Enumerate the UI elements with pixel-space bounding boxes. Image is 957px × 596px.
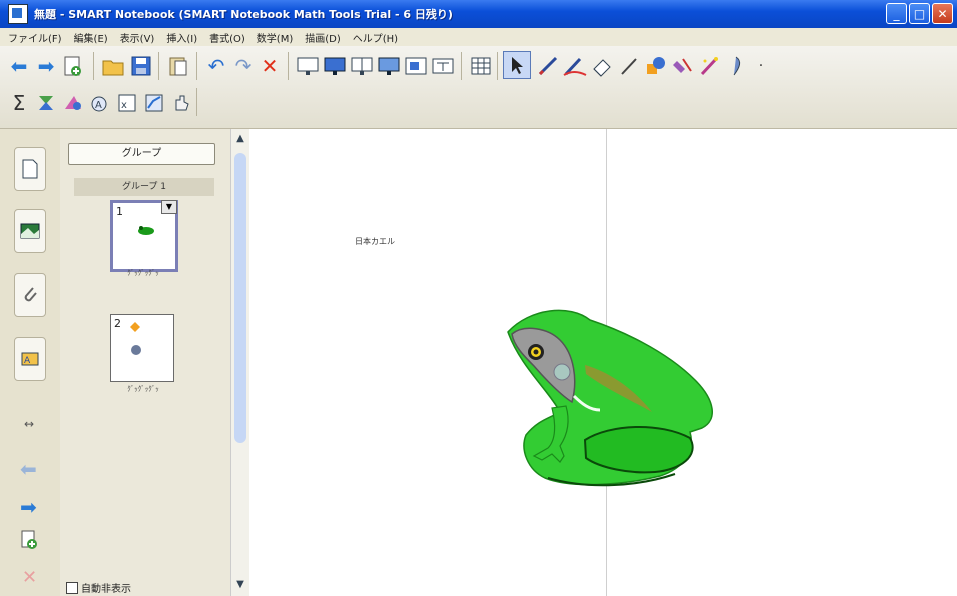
sidebar-back-arrow-icon[interactable]: ⬅	[20, 457, 37, 481]
circle-shape-icon	[131, 345, 141, 355]
notebook-app-icon	[8, 4, 28, 24]
menu-draw[interactable]: 描画(D)	[305, 30, 341, 45]
table-icon[interactable]	[468, 53, 494, 79]
screen-capture-icon[interactable]	[403, 53, 429, 79]
properties-tab-icon: A	[21, 352, 39, 366]
canvas-text[interactable]: 日本カエル	[355, 236, 395, 247]
fullscreen-icon[interactable]	[322, 53, 348, 79]
page-sorter-tab[interactable]	[14, 147, 46, 191]
back-arrow-icon[interactable]: ⬅	[6, 53, 32, 79]
capture-icon[interactable]	[376, 53, 402, 79]
page-menu-dropdown-icon[interactable]: ▼	[161, 200, 177, 214]
page-sorter-tab-icon	[22, 159, 38, 179]
open-folder-icon[interactable]	[100, 53, 126, 79]
magic-pen-icon[interactable]	[697, 53, 723, 79]
delete-icon[interactable]: ✕	[257, 53, 283, 79]
svg-text:A: A	[24, 356, 31, 366]
shape-tool-icon[interactable]	[60, 90, 86, 116]
creative-pen-icon[interactable]	[562, 53, 588, 79]
line-icon[interactable]	[616, 53, 642, 79]
window-title: 無題 - SMART Notebook (SMART Notebook Math…	[34, 8, 453, 21]
group-button[interactable]: グループ	[68, 143, 215, 165]
page-caption-2: ｸﾞｯｸﾞｯｸﾞｯ	[127, 385, 159, 393]
sidebar-add-page-icon[interactable]	[20, 529, 40, 555]
group-label[interactable]: グループ 1	[74, 178, 214, 196]
fill-icon[interactable]	[670, 53, 696, 79]
sigma-icon[interactable]: Σ	[6, 90, 32, 116]
expand-icon[interactable]: ↔	[24, 417, 34, 431]
undo-icon[interactable]: ↶	[203, 53, 229, 79]
svg-text:x: x	[121, 100, 127, 111]
math-tool-icon[interactable]	[33, 90, 59, 116]
pointer-hand-icon[interactable]	[168, 90, 194, 116]
svg-text:A: A	[95, 100, 102, 111]
select-arrow-icon[interactable]	[503, 51, 531, 79]
toolbar: ⬅ ➡ ↶ ↷ ✕ · Σ A x	[0, 46, 957, 129]
dual-page-icon[interactable]	[349, 53, 375, 79]
scroll-up-icon[interactable]: ▲	[232, 131, 248, 147]
add-page-icon[interactable]	[60, 53, 86, 79]
sorter-scrollbar[interactable]: ▲ ▼	[230, 129, 249, 596]
page-caption-1: ｸﾞｯｸﾞｯｸﾞｯ	[127, 269, 159, 277]
save-icon[interactable]	[128, 53, 154, 79]
sidebar-forward-arrow-icon[interactable]: ➡	[20, 495, 37, 519]
page-number: 2	[114, 317, 121, 330]
page-thumbnail-1[interactable]: 1 ▼	[110, 200, 178, 272]
properties-tab[interactable]: A	[14, 337, 46, 381]
screen-shade-icon[interactable]	[295, 53, 321, 79]
close-button[interactable]: ✕	[932, 3, 953, 24]
menu-bar: ファイル(F) 編集(E) 表示(V) 挿入(I) 書式(O) 数学(M) 描画…	[0, 28, 957, 46]
menu-math[interactable]: 数学(M)	[257, 30, 293, 45]
properties-icon[interactable]	[724, 53, 750, 79]
eraser-icon[interactable]	[589, 53, 615, 79]
menu-view[interactable]: 表示(V)	[120, 30, 155, 45]
handwriting-icon[interactable]: A	[87, 90, 113, 116]
equation-icon[interactable]: x	[114, 90, 140, 116]
scroll-down-icon[interactable]: ▼	[232, 577, 248, 593]
minimize-button[interactable]: _	[886, 3, 907, 24]
sidebar-delete-icon[interactable]: ✕	[22, 567, 37, 588]
menu-help[interactable]: ヘルプ(H)	[353, 30, 398, 45]
frog-image[interactable]	[490, 300, 730, 500]
page-thumbnail-2[interactable]: 2	[110, 314, 174, 382]
side-tab-strip: A ↔ ⬅ ➡ ✕	[0, 129, 61, 596]
gallery-tab-icon	[20, 223, 40, 239]
redo-icon[interactable]: ↷	[230, 53, 256, 79]
title-bar: 無題 - SMART Notebook (SMART Notebook Math…	[0, 0, 957, 28]
attachments-tab[interactable]	[14, 273, 46, 317]
maximize-button[interactable]: □	[909, 3, 930, 24]
forward-arrow-icon[interactable]: ➡	[33, 53, 59, 79]
page-number: 1	[116, 205, 123, 218]
menu-format[interactable]: 書式(O)	[209, 30, 245, 45]
graph-icon[interactable]	[141, 90, 167, 116]
more-tools-icon[interactable]: ·	[748, 53, 774, 79]
autohide-label: 自動非表示	[81, 584, 131, 595]
attachments-tab-icon	[24, 287, 37, 302]
pen-icon[interactable]	[535, 53, 561, 79]
menu-insert[interactable]: 挿入(I)	[166, 30, 197, 45]
paste-icon[interactable]	[165, 53, 191, 79]
shapes-icon[interactable]	[643, 53, 669, 79]
document-camera-icon[interactable]	[430, 53, 456, 79]
gallery-tab[interactable]	[14, 209, 46, 253]
menu-file[interactable]: ファイル(F)	[8, 30, 62, 45]
autohide-checkbox[interactable]: 自動非表示	[66, 580, 131, 595]
scroll-thumb[interactable]	[234, 153, 246, 443]
checkbox-box[interactable]	[66, 581, 78, 594]
diamond-shape-icon	[130, 322, 140, 332]
frog-thumbnail-icon	[138, 226, 154, 235]
menu-edit[interactable]: 編集(E)	[74, 30, 108, 45]
